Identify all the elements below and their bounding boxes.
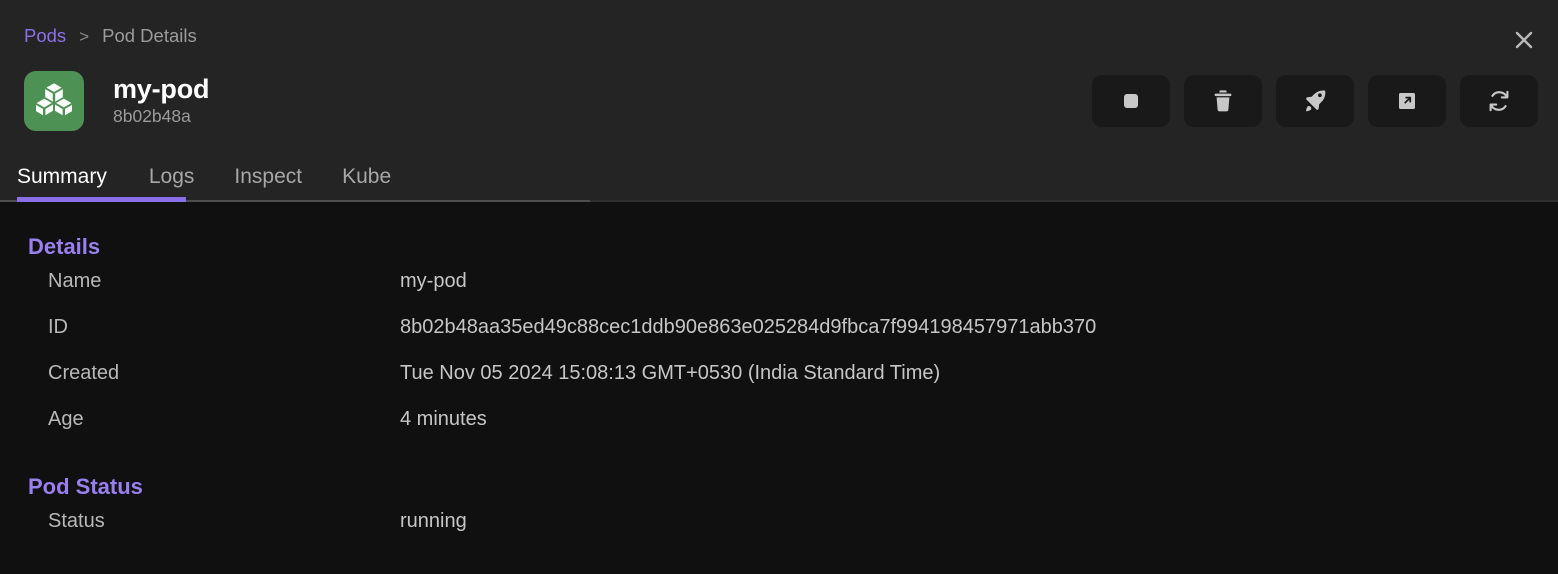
- table-row: Status running: [0, 510, 1558, 556]
- section-title-details: Details: [28, 234, 101, 259]
- tab-kube[interactable]: Kube: [322, 166, 411, 200]
- trash-icon: [1212, 89, 1234, 113]
- row-value-name: my-pod: [400, 270, 467, 292]
- tab-strip: Summary Logs Inspect Kube: [0, 140, 590, 202]
- rocket-icon: [1303, 89, 1327, 113]
- panel-header: Pods > Pod Details my-pod 8b02b48a Summa…: [0, 0, 1558, 202]
- pod-details-panel: Pods > Pod Details my-pod 8b02b48a Summa…: [0, 0, 1558, 574]
- tab-summary[interactable]: Summary: [17, 166, 186, 202]
- breadcrumb: Pods > Pod Details: [24, 25, 197, 46]
- pod-short-id: 8b02b48a: [113, 105, 191, 126]
- table-row: ID 8b02b48aa35ed49c88cec1ddb90e863e02528…: [0, 316, 1558, 362]
- tab-bar-filler: [590, 140, 1558, 202]
- restart-button[interactable]: [1460, 75, 1538, 127]
- cubes-icon: [35, 82, 73, 121]
- row-key-created: Created: [48, 362, 120, 384]
- open-external-button[interactable]: [1368, 75, 1446, 127]
- delete-button[interactable]: [1184, 75, 1262, 127]
- tab-inspect[interactable]: Inspect: [214, 166, 322, 200]
- row-key-id: ID: [48, 316, 68, 338]
- pod-avatar: [24, 71, 84, 131]
- row-key-status: Status: [48, 510, 105, 532]
- refresh-icon: [1487, 89, 1511, 113]
- page-title: my-pod: [113, 74, 210, 105]
- breadcrumb-current-pod-details: Pod Details: [102, 25, 197, 46]
- tab-logs[interactable]: Logs: [129, 166, 215, 200]
- breadcrumb-separator-icon: >: [79, 26, 90, 46]
- stop-square-icon: [1120, 90, 1142, 112]
- summary-content: Details Name my-pod ID 8b02b48aa35ed49c8…: [0, 202, 1558, 574]
- breadcrumb-link-pods[interactable]: Pods: [24, 26, 66, 46]
- row-value-status: running: [400, 510, 467, 532]
- close-button[interactable]: [1508, 24, 1540, 56]
- row-value-id: 8b02b48aa35ed49c88cec1ddb90e863e025284d9…: [400, 316, 1097, 338]
- section-title-pod-status: Pod Status: [28, 474, 143, 499]
- pod-title-row: my-pod 8b02b48a: [24, 71, 1538, 131]
- pod-identity: my-pod 8b02b48a: [113, 74, 209, 127]
- action-toolbar: [1092, 75, 1538, 127]
- row-value-age: 4 minutes: [400, 408, 487, 430]
- tab-bar: Summary Logs Inspect Kube: [0, 140, 1558, 202]
- stop-button[interactable]: [1092, 75, 1170, 127]
- table-row: Created Tue Nov 05 2024 15:08:13 GMT+053…: [0, 362, 1558, 408]
- row-key-age: Age: [48, 408, 84, 430]
- row-value-created: Tue Nov 05 2024 15:08:13 GMT+0530 (India…: [400, 362, 941, 384]
- table-row: Name my-pod: [0, 270, 1558, 316]
- table-row: Age 4 minutes: [0, 408, 1558, 454]
- row-key-name: Name: [48, 270, 102, 292]
- deploy-button[interactable]: [1276, 75, 1354, 127]
- close-icon: [1513, 29, 1535, 51]
- external-link-icon: [1396, 90, 1418, 112]
